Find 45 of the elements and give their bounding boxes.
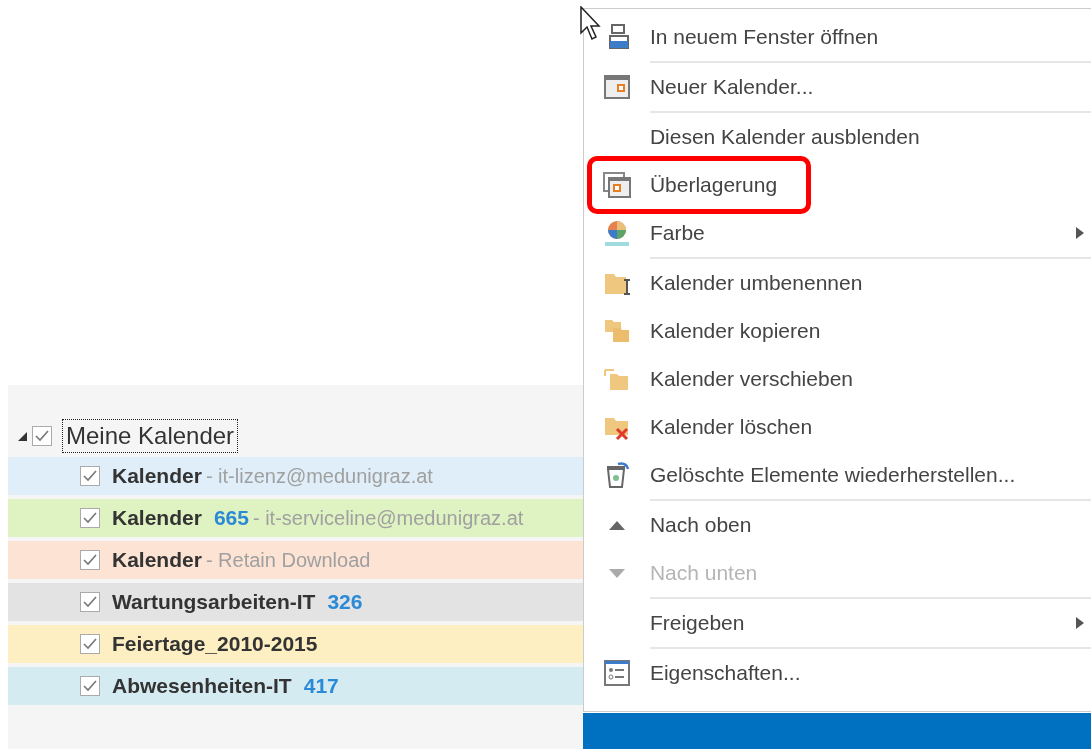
calendar-icon xyxy=(601,72,632,102)
menu-item[interactable]: In neuem Fenster öffnen xyxy=(583,13,1091,61)
menu-item[interactable]: Nach oben xyxy=(583,501,1091,549)
menu-item[interactable]: Kalender verschieben xyxy=(583,355,1091,403)
calendar-row[interactable]: Kalender - it-lizenz@medunigraz.at xyxy=(8,457,583,495)
calendar-stack-icon xyxy=(601,170,632,200)
menu-item[interactable]: Überlagerung xyxy=(583,161,1091,209)
calendar-name: Feiertage_2010-2015 xyxy=(112,632,318,656)
calendar-row[interactable]: Abwesenheiten-IT 417 xyxy=(8,667,583,705)
checkbox[interactable] xyxy=(80,466,100,486)
item-count: 326 xyxy=(327,590,363,614)
calendar-name: Wartungsarbeiten-IT xyxy=(112,590,316,614)
item-count: 665 xyxy=(213,506,249,530)
menu-item[interactable]: Diesen Kalender ausblenden xyxy=(583,113,1091,161)
up-triangle-icon xyxy=(608,520,625,530)
calendar-row[interactable]: Kalender - Retain Download xyxy=(8,541,583,579)
menu-item[interactable]: Kalender kopieren xyxy=(583,307,1091,355)
calendar-name: Kalender xyxy=(112,506,202,530)
menu-item[interactable]: Farbe xyxy=(583,209,1091,257)
checkbox[interactable] xyxy=(80,676,100,696)
menu-item[interactable]: Eigenschaften... xyxy=(583,649,1091,697)
item-count: 417 xyxy=(303,674,339,698)
calendar-detail: - Retain Download xyxy=(205,548,371,572)
calendar-row[interactable]: Feiertage_2010-2015 xyxy=(8,625,583,663)
menu-item[interactable]: Kalender umbenennen xyxy=(583,259,1091,307)
menu-item[interactable]: Freigeben xyxy=(583,599,1091,647)
calendar-detail: - it-serviceline@medunigraz.at xyxy=(252,506,524,530)
menu-item[interactable]: Kalender löschen xyxy=(583,403,1091,451)
menu-item[interactable]: Gelöschte Elemente wiederherstellen... xyxy=(583,451,1091,499)
calendar-name: Abwesenheiten-IT xyxy=(112,674,292,698)
group-label[interactable]: Meine Kalender xyxy=(62,419,239,453)
checkbox[interactable] xyxy=(80,592,100,612)
calendar-detail: - it-lizenz@medunigraz.at xyxy=(205,464,433,488)
calendar-name: Kalender xyxy=(112,464,202,488)
form-icon xyxy=(601,658,632,688)
checkbox[interactable] xyxy=(80,550,100,570)
calendar-row[interactable]: Wartungsarbeiten-IT 326 xyxy=(8,583,583,621)
down-triangle-icon xyxy=(608,568,625,578)
checkbox[interactable] xyxy=(32,426,52,446)
calendar-row[interactable]: Kalender 665 - it-serviceline@medunigraz.at xyxy=(8,499,583,537)
menu-item[interactable]: Neuer Kalender... xyxy=(583,63,1091,111)
checkbox[interactable] xyxy=(80,634,100,654)
collapse-icon[interactable] xyxy=(16,430,28,442)
calendar-name: Kalender xyxy=(112,548,202,572)
checkbox[interactable] xyxy=(80,508,100,528)
